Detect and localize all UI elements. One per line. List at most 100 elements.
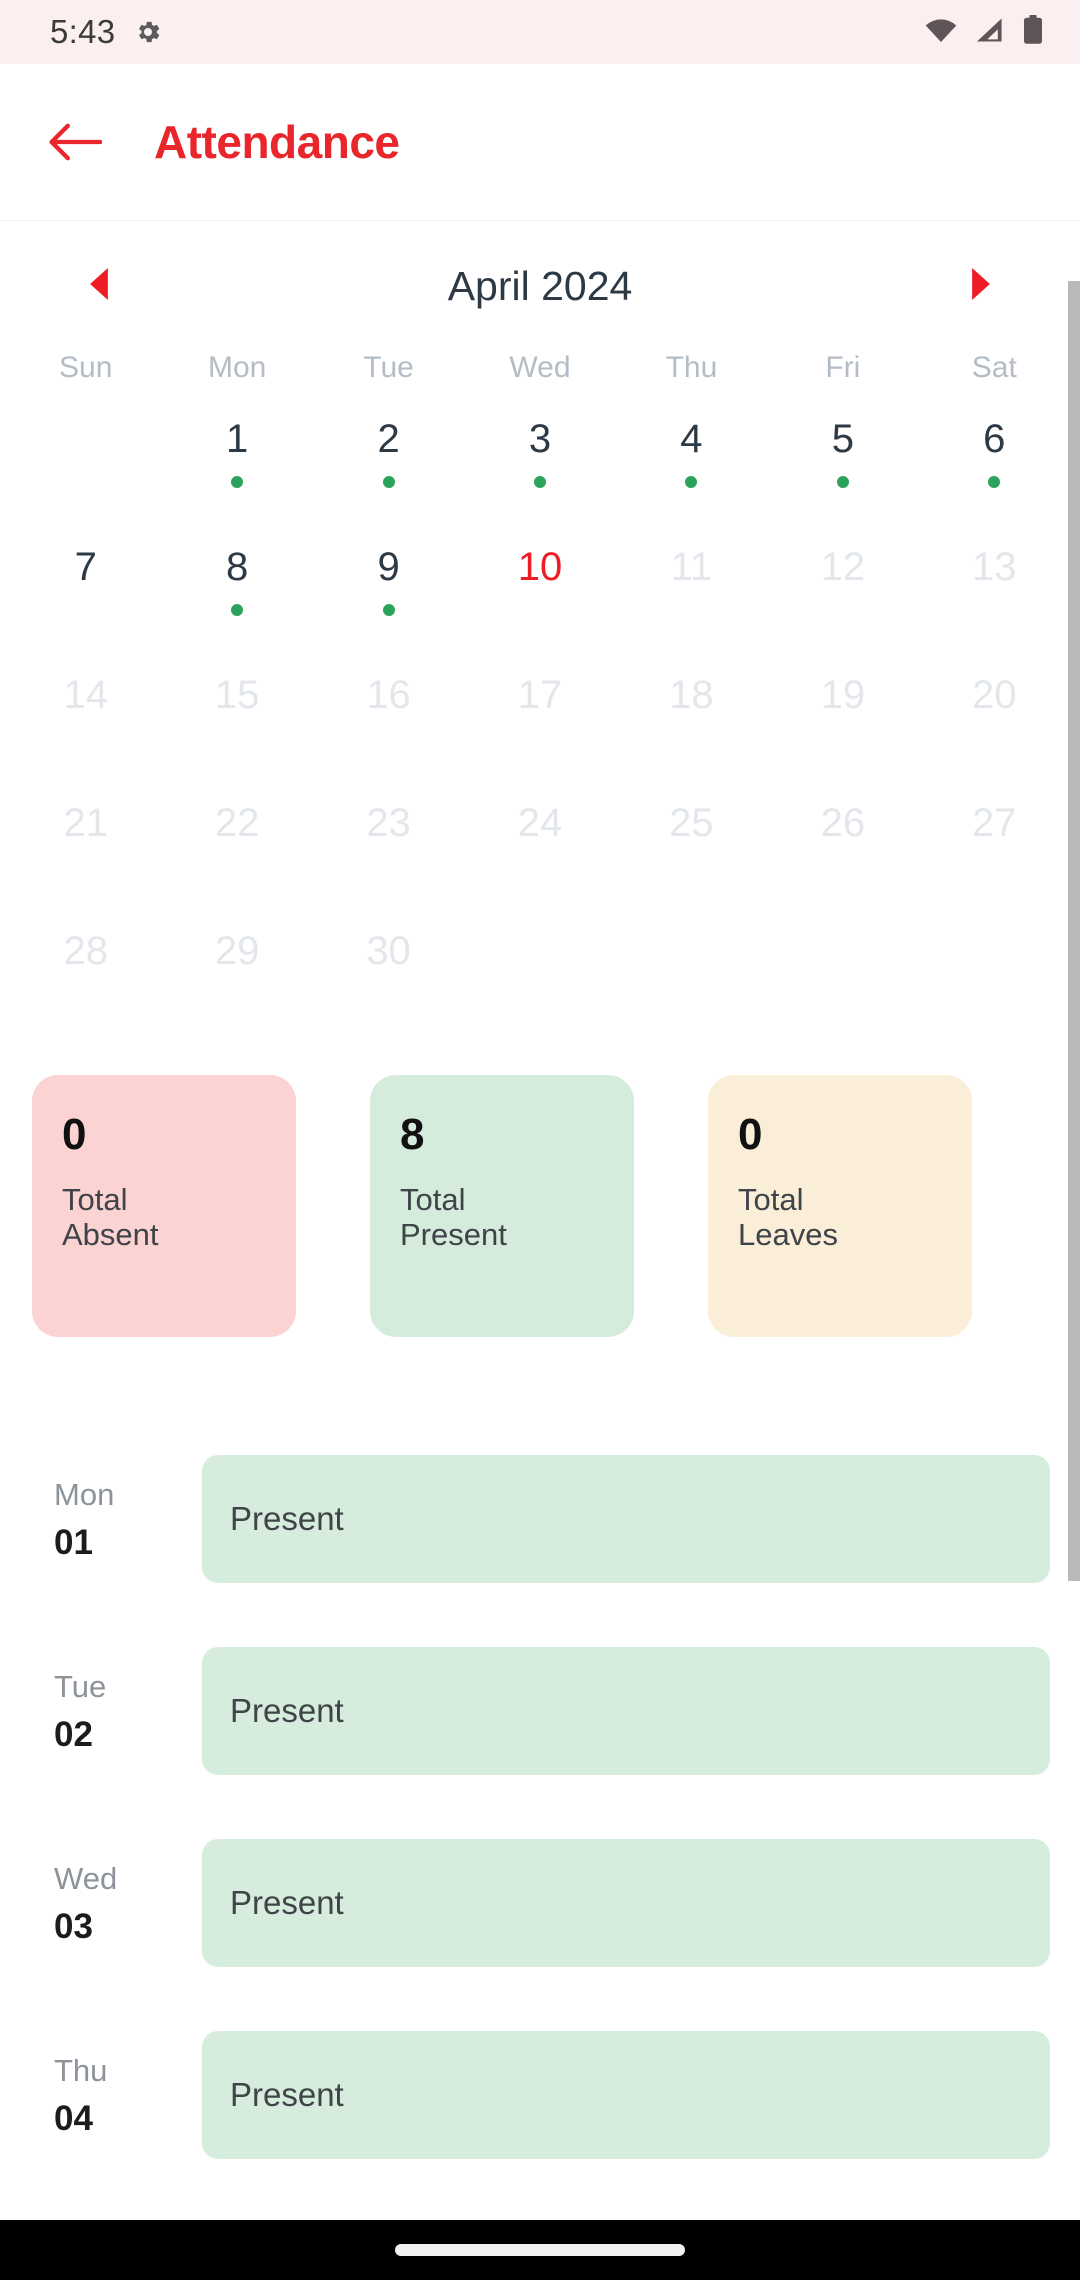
calendar-day-cell[interactable]: 2	[313, 397, 464, 525]
calendar-month-nav: April 2024	[0, 221, 1080, 351]
calendar-day-cell[interactable]: 4	[616, 397, 767, 525]
summary-value: 0	[62, 1110, 87, 1159]
summary-value: 0	[738, 1110, 763, 1159]
calendar-day-cell[interactable]: 9	[313, 525, 464, 653]
status-time: 5:43	[50, 13, 116, 50]
attendance-dot	[533, 476, 546, 488]
scrollbar-track[interactable]	[1068, 221, 1080, 2280]
calendar-day-cell[interactable]: 10	[464, 525, 615, 653]
calendar-day-cell[interactable]: 29	[161, 909, 312, 1037]
scroll-content[interactable]: April 2024 Sun Mon Tue Wed Thu Fri Sat 0…	[0, 220, 1080, 2280]
calendar-day-cell[interactable]: 14	[10, 653, 161, 781]
calendar-day-number: 15	[214, 673, 260, 717]
calendar-day-number: 10	[517, 545, 563, 589]
calendar-day-cell[interactable]: 17	[464, 653, 615, 781]
calendar-day-cell[interactable]: 15	[161, 653, 312, 781]
calendar-day-empty: 0	[616, 909, 767, 1037]
attendance-dot	[231, 604, 244, 616]
attendance-row[interactable]: Tue 02 Present	[0, 1647, 1080, 1775]
calendar-day-cell[interactable]: 25	[616, 781, 767, 909]
calendar-day-number: 25	[669, 801, 714, 845]
calendar-day-cell[interactable]: 30	[313, 909, 464, 1037]
calendar-day-number: 2	[377, 417, 400, 461]
attendance-row[interactable]: Mon 01 Present	[0, 1455, 1080, 1583]
calendar-day-number: 24	[517, 801, 563, 845]
calendar-day-number: 7	[74, 545, 97, 589]
calendar-day-number: 6	[983, 417, 1006, 461]
chevron-right-icon[interactable]	[970, 267, 992, 305]
gear-icon	[133, 17, 163, 47]
calendar-day-number: 21	[63, 801, 108, 845]
cellular-icon	[974, 17, 1006, 48]
calendar-day-number: 4	[680, 417, 703, 461]
calendar-day-empty: 0	[10, 397, 161, 525]
calendar-day-cell[interactable]: 8	[161, 525, 312, 653]
calendar-day-cell[interactable]: 23	[313, 781, 464, 909]
attendance-status-pill: Present	[202, 1647, 1050, 1775]
attendance-weekday: Tue	[54, 1669, 107, 1705]
chevron-left-icon[interactable]	[88, 267, 110, 305]
calendar-week-row: 7 8 9 10 11 12 13	[0, 525, 1080, 653]
attendance-date: Wed 03	[54, 1856, 202, 1950]
status-bar: 5:43	[0, 0, 1080, 64]
attendance-date: Mon 01	[54, 1472, 202, 1566]
calendar-day-cell[interactable]: 22	[161, 781, 312, 909]
calendar-day-number: 27	[972, 801, 1017, 845]
calendar-day-cell[interactable]: 18	[616, 653, 767, 781]
weekday-label: Sat	[971, 351, 1017, 384]
attendance-status-label: Present	[230, 1692, 344, 1729]
calendar-day-cell[interactable]: 5	[767, 397, 918, 525]
back-arrow-icon[interactable]	[48, 121, 102, 163]
calendar-day-number: 13	[972, 545, 1017, 589]
page-title: Attendance	[154, 116, 400, 168]
calendar-day-number: 30	[366, 929, 411, 973]
calendar-day-number: 28	[63, 929, 108, 973]
attendance-row[interactable]: Wed 03 Present	[0, 1839, 1080, 1967]
attendance-date: Tue 02	[54, 1664, 202, 1758]
calendar-day-cell[interactable]: 11	[616, 525, 767, 653]
calendar-week-row: 2829300000	[0, 909, 1080, 1037]
calendar-week-row: 0 1 2 3 4 5 6	[0, 397, 1080, 525]
calendar-day-cell[interactable]: 24	[464, 781, 615, 909]
summary-label: Total Leaves	[738, 1182, 838, 1252]
calendar-day-cell[interactable]: 7	[10, 525, 161, 653]
calendar-day-number: 17	[517, 673, 563, 717]
attendance-status-pill: Present	[202, 2031, 1050, 2159]
battery-icon	[1022, 14, 1044, 50]
calendar-day-number: 22	[214, 801, 260, 845]
attendance-day-number: 01	[54, 1522, 93, 1562]
calendar-day-cell[interactable]: 13	[919, 525, 1070, 653]
calendar-day-number: 5	[831, 417, 854, 461]
calendar-day-cell[interactable]: 16	[313, 653, 464, 781]
calendar-day-number: 9	[377, 545, 400, 589]
calendar-week-row: 14 15 16 17 18 19 20	[0, 653, 1080, 781]
calendar-day-cell[interactable]: 20	[919, 653, 1070, 781]
calendar-day-cell[interactable]: 28	[10, 909, 161, 1037]
calendar-day-cell[interactable]: 19	[767, 653, 918, 781]
calendar-day-number: 29	[214, 929, 260, 973]
calendar-weekday-header: Sun Mon Tue Wed Thu Fri Sat	[0, 351, 1080, 385]
calendar-day-empty: 0	[919, 909, 1070, 1037]
scrollbar-thumb[interactable]	[1068, 281, 1080, 1581]
app-bar: Attendance	[0, 64, 1080, 220]
calendar-day-number: 26	[820, 801, 866, 845]
attendance-day-number: 02	[54, 1714, 93, 1754]
calendar-day-cell[interactable]: 26	[767, 781, 918, 909]
calendar-day-number: 20	[972, 673, 1017, 717]
home-indicator[interactable]	[395, 2244, 685, 2256]
calendar-day-cell[interactable]: 1	[161, 397, 312, 525]
attendance-row[interactable]: Thu 04 Present	[0, 2031, 1080, 2159]
calendar-day-cell[interactable]: 3	[464, 397, 615, 525]
weekday-label: Tue	[363, 351, 414, 384]
calendar-day-cell[interactable]: 21	[10, 781, 161, 909]
attendance-weekday: Wed	[54, 1861, 118, 1897]
attendance-weekday: Mon	[54, 1477, 115, 1513]
weekday-label: Wed	[509, 351, 571, 384]
attendance-status-label: Present	[230, 1884, 344, 1921]
attendance-dot	[382, 604, 395, 616]
calendar-day-cell[interactable]: 12	[767, 525, 918, 653]
summary-value: 8	[400, 1110, 425, 1159]
calendar-day-cell[interactable]: 6	[919, 397, 1070, 525]
calendar-day-number: 3	[528, 417, 552, 461]
calendar-day-cell[interactable]: 27	[919, 781, 1070, 909]
